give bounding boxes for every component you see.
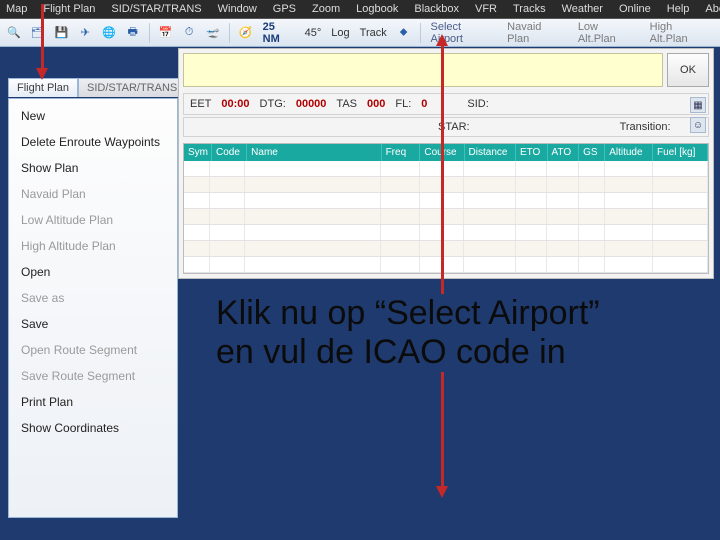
annotation-arrow-icon — [441, 44, 444, 294]
menu-tracks[interactable]: Tracks — [509, 2, 550, 16]
sidebar: New Delete Enroute Waypoints Show Plan N… — [8, 98, 178, 518]
sidebar-item-save-route[interactable]: Save Route Segment — [9, 363, 177, 389]
high-alt-plan-link[interactable]: High Alt.Plan — [646, 21, 716, 45]
sidebar-item-new[interactable]: New — [9, 103, 177, 129]
table-row[interactable] — [184, 225, 708, 241]
navaid-plan-link[interactable]: Navaid Plan — [503, 21, 570, 45]
col-freq[interactable]: Freq — [382, 144, 421, 161]
col-distance[interactable]: Distance — [465, 144, 516, 161]
airport-icon[interactable]: 🛫 — [203, 23, 223, 43]
calendar-icon[interactable]: 📅 — [156, 23, 176, 43]
sidebar-item-coordinates[interactable]: Show Coordinates — [9, 415, 177, 441]
table-row[interactable] — [184, 161, 708, 177]
col-sym[interactable]: Sym — [184, 144, 212, 161]
side-tools: ▦ ☺ — [690, 94, 708, 136]
sidebar-item-delete-waypoints[interactable]: Delete Enroute Waypoints — [9, 129, 177, 155]
col-eto[interactable]: ETO — [516, 144, 548, 161]
tab-flight-plan[interactable]: Flight Plan — [8, 78, 78, 97]
flight-info-row: EET 00:00 DTG: 00000 TAS 000 FL: 0 SID: … — [183, 93, 709, 115]
menubar: Map Flight Plan SID/STAR/TRANS Window GP… — [0, 0, 720, 19]
menu-weather[interactable]: Weather — [558, 2, 607, 16]
menu-logbook[interactable]: Logbook — [352, 2, 402, 16]
col-altitude[interactable]: Altitude — [605, 144, 653, 161]
table-row[interactable] — [184, 177, 708, 193]
menu-gps[interactable]: GPS — [269, 2, 300, 16]
grid-header: Sym Code Name Freq Course Distance ETO A… — [184, 144, 708, 161]
menu-map[interactable]: Map — [2, 2, 31, 16]
track-label[interactable]: Track — [357, 27, 390, 39]
rotation-label: 45° — [302, 27, 325, 39]
col-fuel[interactable]: Fuel [kg] — [653, 144, 708, 161]
table-row[interactable] — [184, 193, 708, 209]
table-row[interactable] — [184, 257, 708, 273]
sidebar-item-save-as[interactable]: Save as — [9, 285, 177, 311]
fl-value: 0 — [421, 98, 427, 110]
tab-sid-star[interactable]: SID/STAR/TRANS — [78, 78, 186, 97]
low-alt-plan-link[interactable]: Low Alt.Plan — [574, 21, 642, 45]
table-row[interactable] — [184, 209, 708, 225]
sidebar-item-print[interactable]: Print Plan — [9, 389, 177, 415]
col-code[interactable]: Code — [212, 144, 247, 161]
menu-window[interactable]: Window — [214, 2, 261, 16]
sidebar-item-show-plan[interactable]: Show Plan — [9, 155, 177, 181]
sidebar-item-save[interactable]: Save — [9, 311, 177, 337]
menu-vfr[interactable]: VFR — [471, 2, 501, 16]
airport-search-input[interactable] — [183, 53, 663, 87]
table-row[interactable] — [184, 241, 708, 257]
annotation-callout: Klik nu op “Select Airport” en vul de IC… — [216, 294, 716, 372]
sid-label: SID: — [467, 98, 488, 110]
map-icon[interactable]: ▦ — [690, 97, 706, 113]
tas-value: 000 — [367, 98, 385, 110]
menu-sidstar[interactable]: SID/STAR/TRANS — [107, 2, 205, 16]
compass-icon[interactable]: 🧭 — [236, 23, 256, 43]
tas-label: TAS — [336, 98, 357, 110]
time-icon[interactable]: ⏱ — [179, 23, 199, 43]
save-icon[interactable]: 💾 — [52, 23, 72, 43]
aircraft-icon[interactable]: ✈ — [75, 23, 95, 43]
transition-label: Transition: — [620, 121, 671, 133]
dtg-label: DTG: — [260, 98, 286, 110]
sidebar-item-high-alt[interactable]: High Altitude Plan — [9, 233, 177, 259]
callout-line2: en vul de ICAO code in — [216, 333, 716, 372]
globe-icon[interactable]: 🌐 — [99, 23, 119, 43]
toolbar: 🔍 🗂 💾 ✈ 🌐 🖶 📅 ⏱ 🛫 🧭 25 NM 45° Log Track … — [0, 19, 720, 47]
fl-label: FL: — [395, 98, 411, 110]
log-label[interactable]: Log — [328, 27, 352, 39]
sidebar-item-low-alt[interactable]: Low Altitude Plan — [9, 207, 177, 233]
eet-value: 00:00 — [221, 98, 249, 110]
dtg-value: 00000 — [296, 98, 327, 110]
menu-zoom[interactable]: Zoom — [308, 2, 344, 16]
separator-icon — [420, 23, 421, 43]
flight-info-row2: STAR: Transition: — [183, 117, 709, 137]
print-icon[interactable]: 🖶 — [123, 23, 143, 43]
layers-icon[interactable]: 🗂 — [28, 23, 48, 43]
eet-label: EET — [190, 98, 211, 110]
sidebar-item-open[interactable]: Open — [9, 259, 177, 285]
annotation-arrow-icon — [41, 4, 44, 70]
tabs: Flight Plan SID/STAR/TRANS — [8, 78, 186, 97]
sidebar-item-navaid-plan[interactable]: Navaid Plan — [9, 181, 177, 207]
menu-blackbox[interactable]: Blackbox — [410, 2, 463, 16]
work-pane: OK EET 00:00 DTG: 00000 TAS 000 FL: 0 SI… — [178, 48, 714, 279]
col-gs[interactable]: GS — [579, 144, 605, 161]
sidebar-item-open-route[interactable]: Open Route Segment — [9, 337, 177, 363]
menu-flightplan[interactable]: Flight Plan — [39, 2, 99, 16]
scale-label: 25 NM — [260, 21, 298, 45]
search-icon[interactable]: 🔍 — [4, 23, 24, 43]
person-icon[interactable]: ☺ — [690, 117, 706, 133]
waypoint-icon[interactable]: ⬥ — [394, 23, 414, 43]
menu-help[interactable]: Help — [663, 2, 694, 16]
callout-line1: Klik nu op “Select Airport” — [216, 294, 716, 333]
separator-icon — [229, 23, 230, 43]
col-ato[interactable]: ATO — [548, 144, 580, 161]
separator-icon — [149, 23, 150, 43]
waypoint-grid: Sym Code Name Freq Course Distance ETO A… — [183, 143, 709, 274]
menu-online[interactable]: Online — [615, 2, 655, 16]
col-name[interactable]: Name — [247, 144, 381, 161]
ok-button[interactable]: OK — [667, 53, 709, 87]
annotation-arrow-icon — [441, 372, 444, 488]
menu-about[interactable]: About — [701, 2, 720, 16]
